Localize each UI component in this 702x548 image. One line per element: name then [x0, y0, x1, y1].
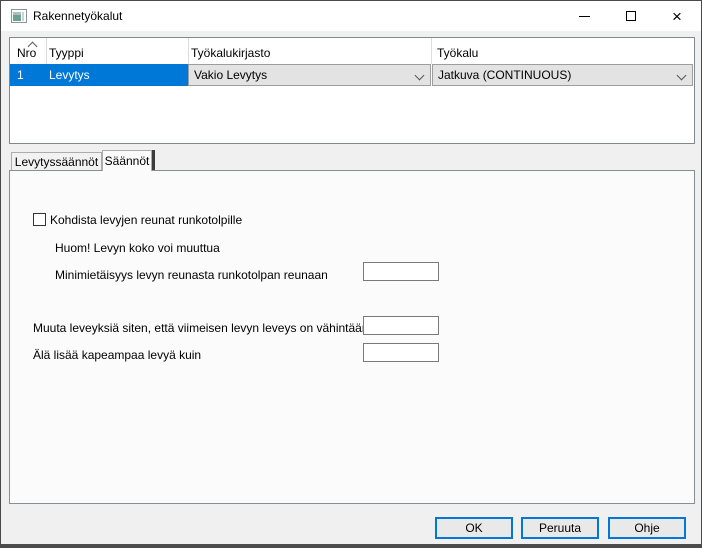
no-narrower-input[interactable]: [363, 343, 439, 362]
tool-dropdown-value: Jatkuva (CONTINUOUS): [438, 68, 571, 82]
toolbrary-dropdown-value: Vakio Levytys: [194, 68, 267, 82]
min-width-label: Muuta leveyksiä siten, että viimeisen le…: [33, 321, 369, 335]
min-distance-label: Minimietäisyys levyn reunasta runkotolpa…: [55, 268, 328, 282]
close-icon: ×: [672, 8, 682, 25]
minimize-button[interactable]: [561, 1, 607, 31]
tool-dropdown[interactable]: Jatkuva (CONTINUOUS): [432, 64, 693, 86]
maximize-button[interactable]: [608, 1, 654, 31]
cell-tyyppi: Levytys: [49, 68, 90, 82]
column-header-tyokalukirjasto[interactable]: Työkalukirjasto: [191, 46, 270, 60]
minimize-icon: [579, 16, 590, 17]
cancel-button[interactable]: Peruuta: [521, 517, 599, 539]
min-distance-input[interactable]: [363, 262, 439, 281]
table-row[interactable]: 1 Levytys: [10, 64, 188, 86]
window-bottom-edge: [1, 544, 701, 547]
column-header-tyyppi[interactable]: Tyyppi: [49, 46, 84, 60]
maximize-icon: [626, 11, 636, 21]
chevron-down-icon: [678, 72, 685, 79]
no-narrower-label: Älä lisää kapeampaa levyä kuin: [33, 348, 201, 362]
table-header: Nro Tyyppi Työkalukirjasto Työkalu: [10, 38, 694, 64]
chevron-down-icon: [416, 72, 423, 79]
ok-button[interactable]: OK: [435, 517, 513, 539]
window-title: Rakennetyökalut: [33, 9, 122, 23]
toolbrary-dropdown[interactable]: Vakio Levytys: [188, 64, 431, 86]
note-label: Huom! Levyn koko voi muuttua: [55, 241, 220, 255]
cell-nro: 1: [17, 68, 24, 82]
column-header-nro[interactable]: Nro: [17, 46, 36, 60]
dialog-window: Rakennetyökalut × Nro Tyyppi Työkalukirj…: [0, 0, 702, 548]
min-width-input[interactable]: [363, 316, 439, 335]
tab-levytyssaannot[interactable]: Levytyssäännöt: [11, 152, 102, 170]
tab-edge-shadow: [152, 150, 155, 170]
close-button[interactable]: ×: [654, 1, 700, 31]
column-header-tyokalu[interactable]: Työkalu: [437, 46, 478, 60]
align-edges-label: Kohdista levyjen reunat runkotolpille: [50, 213, 242, 227]
help-button[interactable]: Ohje: [608, 517, 686, 539]
app-icon: [11, 9, 27, 23]
rules-panel: Kohdista levyjen reunat runkotolpille Hu…: [9, 170, 695, 504]
title-bar[interactable]: Rakennetyökalut ×: [1, 1, 701, 31]
tab-saannot[interactable]: Säännöt: [102, 150, 152, 171]
align-edges-checkbox[interactable]: [33, 213, 46, 226]
tools-table: Nro Tyyppi Työkalukirjasto Työkalu 1 Lev…: [9, 37, 695, 144]
